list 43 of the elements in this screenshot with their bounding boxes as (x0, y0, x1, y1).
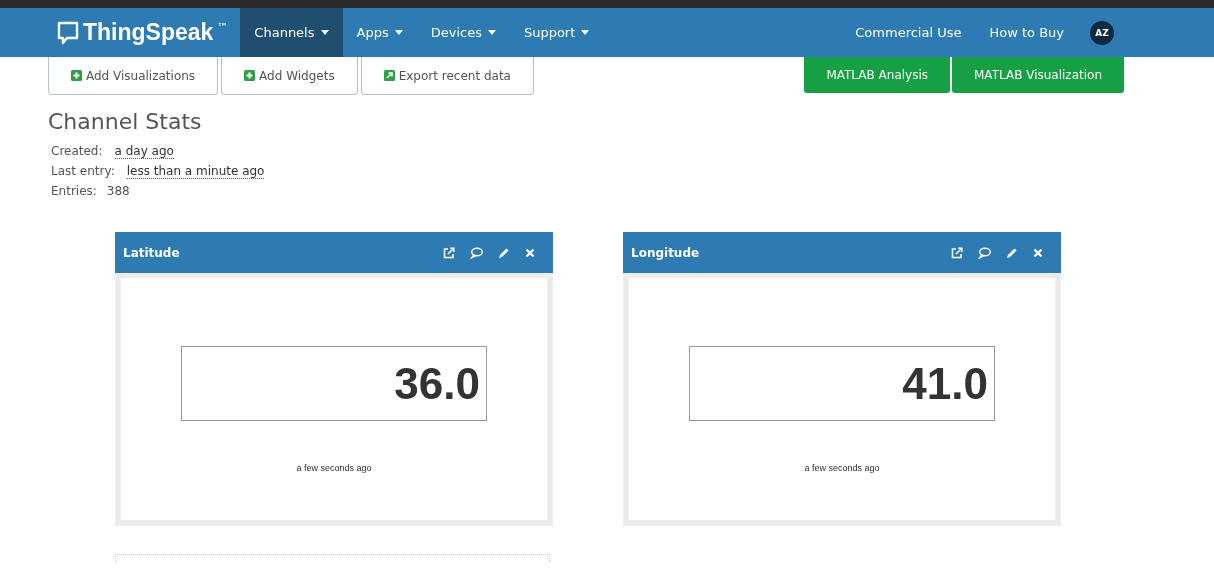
caret-icon (320, 30, 329, 35)
pencil-icon[interactable] (498, 246, 510, 259)
user-avatar[interactable]: AZ (1090, 20, 1114, 45)
comment-icon[interactable] (470, 246, 483, 259)
plus-icon (71, 70, 82, 81)
comment-icon[interactable] (978, 246, 991, 259)
nav-menu-item[interactable]: Support (509, 8, 604, 57)
widget-title: Longitude (631, 245, 700, 260)
matlab-button[interactable]: MATLAB Visualization (952, 57, 1124, 93)
toolbar-button[interactable]: Add Visualizations (48, 57, 219, 95)
matlab-button[interactable]: MATLAB Analysis (804, 57, 950, 93)
nav-menu-item[interactable]: Apps (342, 8, 417, 57)
nav-link[interactable]: Commercial Use (841, 8, 976, 57)
stat-label: Created: (51, 144, 103, 159)
numeric-display: 41.0 (689, 346, 995, 421)
toolbar-button[interactable]: Add Widgets (221, 57, 358, 95)
external-link-icon[interactable] (951, 246, 963, 259)
trademark-sign: ™ (217, 21, 229, 34)
pencil-icon[interactable] (1006, 246, 1018, 259)
close-icon[interactable] (1033, 247, 1043, 258)
speech-bubble-icon (57, 20, 79, 45)
brand-logo[interactable]: ThingSpeak (83, 19, 214, 46)
nav-menu-item[interactable]: Devices (416, 8, 510, 57)
caret-icon (394, 30, 403, 35)
section-heading: Channel Stats (48, 109, 203, 134)
export-icon (383, 70, 395, 81)
nav-menu-item[interactable]: Channels (240, 8, 343, 57)
numeric-display: 36.0 (181, 346, 487, 421)
caret-icon (487, 30, 496, 35)
update-time: a few seconds ago (804, 463, 880, 473)
stat-value: less than a minute ago (126, 164, 265, 179)
widget-title: Latitude (123, 245, 180, 260)
caret-icon (581, 30, 590, 35)
external-link-icon[interactable] (443, 246, 455, 259)
close-icon[interactable] (525, 247, 535, 258)
stat-label: Last entry: (51, 164, 115, 179)
plus-icon (244, 70, 256, 81)
toolbar-button[interactable]: Export recent data (360, 57, 534, 95)
update-time: a few seconds ago (296, 463, 372, 473)
nav-link[interactable]: How to Buy (975, 8, 1078, 57)
stat-value: 388 (106, 184, 130, 198)
stat-value: a day ago (114, 144, 174, 159)
stat-label: Entries: (51, 184, 97, 198)
